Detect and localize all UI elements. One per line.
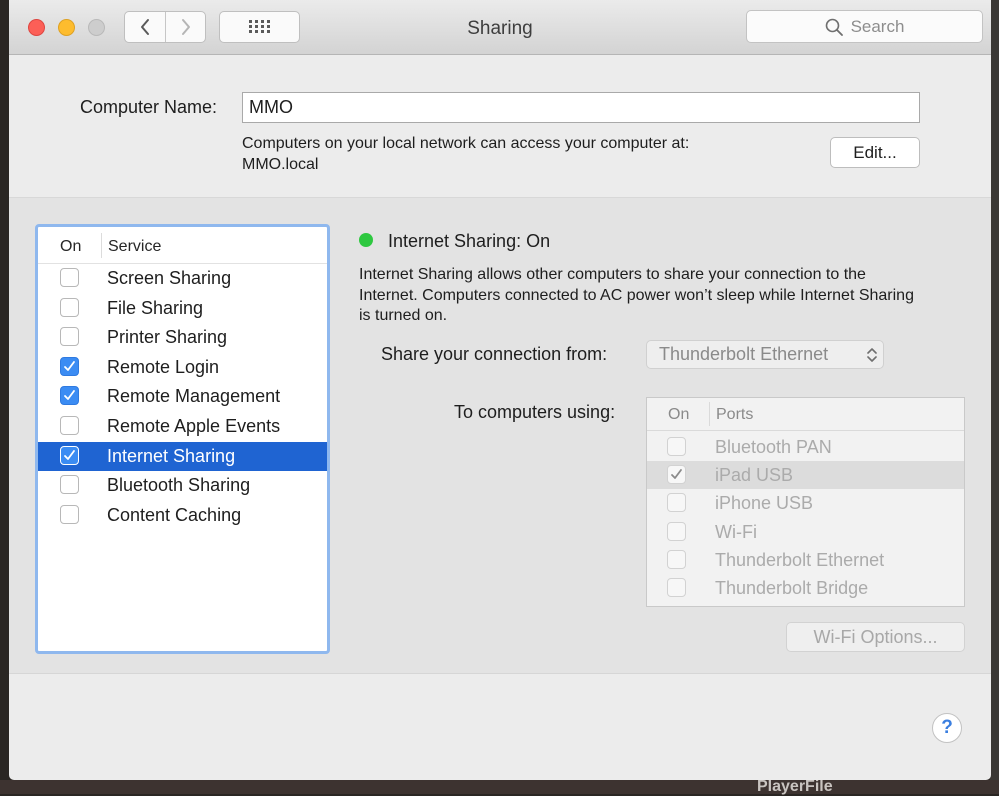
service-row[interactable]: Bluetooth Sharing [38,471,327,500]
computer-name-field[interactable]: MMO [242,92,920,123]
port-row[interactable]: iPhone USB [647,489,964,517]
title-bar: Sharing Search [9,0,991,55]
checkmark-icon [64,390,75,401]
service-label: File Sharing [107,297,204,318]
service-checkbox[interactable] [60,475,79,495]
desktop-item-label: PlayerFile [757,778,833,795]
search-field[interactable]: Search [746,10,983,43]
wifi-options-button[interactable]: Wi-Fi Options... [786,622,965,652]
service-label: Content Caching [107,504,242,525]
service-checkbox[interactable] [60,386,79,406]
share-from-value: Thunderbolt Ethernet [659,344,829,364]
service-row[interactable]: Internet Sharing [38,441,327,471]
divider [9,673,991,674]
port-row[interactable]: Thunderbolt Ethernet [647,546,964,574]
column-header-on[interactable]: On [60,238,81,256]
port-checkbox[interactable] [667,549,686,569]
up-down-arrows-icon [867,348,877,362]
checkmark-icon [64,360,75,371]
service-row[interactable]: File Sharing [38,294,327,323]
service-label: Remote Management [107,386,281,407]
ports-list: On Ports Bluetooth PAN iPad USB iPhone USB… [646,397,965,607]
service-label: Printer Sharing [107,327,228,348]
help-button[interactable]: ? [932,713,962,743]
column-header-on: On [668,406,690,423]
column-header-ports: Ports [716,406,754,423]
port-checkbox[interactable] [667,578,686,597]
port-row[interactable]: Thunderbolt Bridge [647,574,964,602]
service-label: Remote Apple Events [107,416,281,436]
port-label: iPad USB [715,465,794,486]
sharing-window: Sharing Search Computer Name: MMO Comput… [9,0,991,780]
service-checkbox[interactable] [60,356,79,376]
computer-name-label: Computer Name: [80,97,218,117]
port-row[interactable]: Bluetooth PAN [647,433,964,461]
port-row[interactable]: Wi-Fi [647,518,964,546]
service-label: Bluetooth Sharing [107,475,251,496]
port-label: Thunderbolt Bridge [715,578,869,598]
service-checkbox[interactable] [60,327,79,347]
edit-hostname-button[interactable]: Edit... [830,137,920,168]
port-checkbox[interactable] [667,437,686,456]
service-label: Remote Login [107,356,220,377]
checkmark-icon [64,449,75,460]
share-from-select[interactable]: Thunderbolt Ethernet [646,340,884,369]
port-checkbox[interactable] [667,465,686,485]
local-hostname: MMO.local [242,156,319,173]
service-checkbox[interactable] [60,445,79,465]
status-title: Internet Sharing: On [388,231,551,251]
port-label: Bluetooth PAN [715,437,832,457]
desktop-background-bottom [0,780,999,794]
port-checkbox[interactable] [667,493,686,513]
service-row[interactable]: Remote Apple Events [38,412,327,441]
share-from-label: Share your connection from: [381,344,608,364]
column-divider [709,402,710,426]
service-checkbox[interactable] [60,416,79,435]
port-label: Wi-Fi [715,521,757,542]
port-label: Thunderbolt Ethernet [715,549,885,570]
search-placeholder: Search [850,16,905,36]
service-checkbox[interactable] [60,504,79,524]
ports-list-header: On Ports [647,398,964,431]
service-row[interactable]: Remote Login [38,353,327,382]
port-checkbox[interactable] [667,521,686,541]
computer-name-description-line1: Computers on your local network can acce… [242,135,690,152]
service-label: Internet Sharing [107,445,236,466]
service-checkbox[interactable] [60,268,79,287]
services-list: On Service Screen Sharing File Sharing Pri… [35,224,330,654]
port-row[interactable]: iPad USB [647,461,964,490]
magnifier-icon [825,18,843,36]
desktop-background-right [990,0,999,794]
column-header-service[interactable]: Service [108,238,161,256]
service-row[interactable]: Content Caching [38,501,327,530]
status-description: Internet Sharing allows other computers … [359,266,914,324]
service-row[interactable]: Remote Management [38,382,327,411]
port-label: iPhone USB [715,493,814,514]
services-list-header: On Service [38,227,327,264]
service-row[interactable]: Printer Sharing [38,323,327,352]
checkmark-icon [671,469,682,480]
service-label: Screen Sharing [107,268,232,288]
computer-name-description: Computers on your local network can acce… [242,133,689,175]
to-computers-label: To computers using: [454,402,616,422]
service-checkbox[interactable] [60,297,79,317]
service-row[interactable]: Screen Sharing [38,264,327,293]
column-divider [101,233,102,258]
status-indicator-dot [359,233,373,247]
